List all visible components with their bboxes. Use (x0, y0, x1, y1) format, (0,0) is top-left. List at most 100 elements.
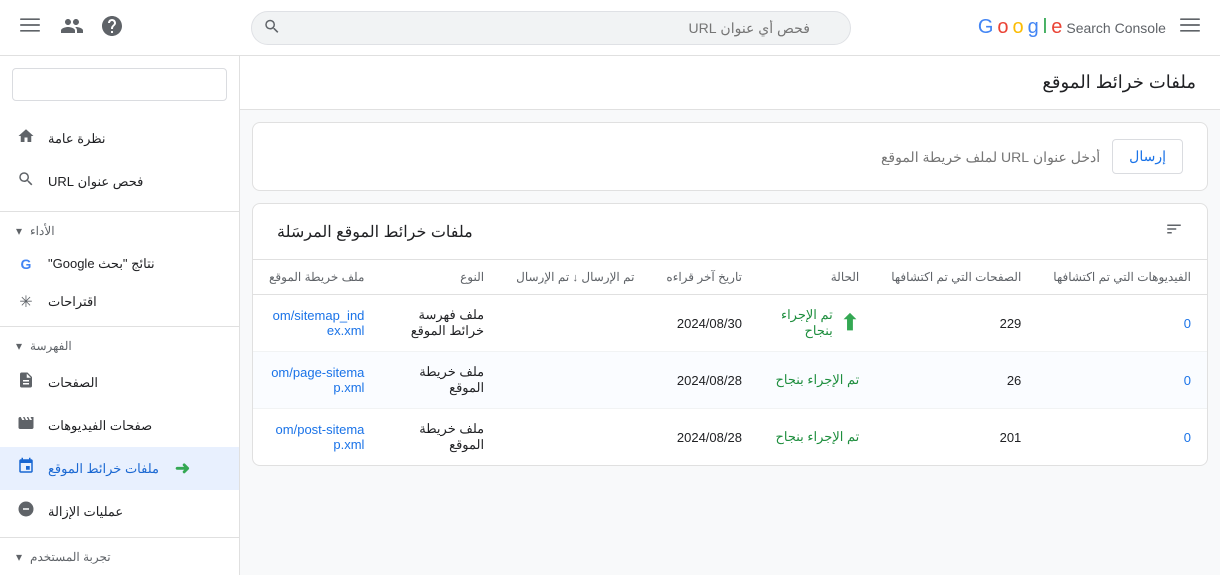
google-logo: Google Search Console (978, 16, 1168, 39)
cell-submitted-1 (500, 352, 650, 409)
cell-type-2: ملف خريطة الموقع (380, 409, 500, 466)
divider-1 (0, 211, 239, 212)
performance-section-header[interactable]: الأداء ▾ (0, 216, 239, 246)
sitemap-link-1[interactable]: om/page-sitema p.xml (269, 365, 364, 395)
col-last-read: تاريخ آخر قراءه (650, 260, 758, 295)
top-bar: Google Search Console (0, 0, 1220, 56)
content-area: ملفات خرائط الموقع إرسال ملفات خرائط الم… (240, 56, 1220, 575)
sidebar-item-overview[interactable]: نظرة عامة (0, 117, 239, 160)
sidebar-item-label: فحص عنوان URL (48, 174, 143, 190)
sidebar-item-pages[interactable]: الصفحات (0, 361, 239, 404)
page-title: ملفات خرائط الموقع (1042, 72, 1196, 92)
sidebar-item-sitemaps[interactable]: ➜ ملفات خرائط الموقع (0, 447, 239, 490)
col-videos: الفيديوهات التي تم اكتشافها (1037, 260, 1207, 295)
table-row: 0 229 ⬆ تم الإجراء بنجاح 2024/08/30 ملف … (253, 295, 1207, 352)
sidebar-item-label: نتائج "بحث Google" (48, 256, 155, 272)
top-bar-right: Google Search Console (978, 11, 1204, 44)
cell-videos-0: 0 (1037, 295, 1207, 352)
sidebar-item-label: عمليات الإزالة (48, 504, 123, 520)
submit-section: إرسال (252, 122, 1208, 191)
filter-icon[interactable] (1165, 220, 1183, 243)
indexing-label: الفهرسة (30, 339, 72, 353)
sidebar-item-label: الصفحات (48, 375, 98, 391)
col-submitted: تم الإرسال ↓ تم الإرسال (500, 260, 650, 295)
sitemap-link-0[interactable]: om/sitemap_ind ex.xml (269, 308, 364, 338)
cell-videos-1: 0 (1037, 352, 1207, 409)
help-icon[interactable] (100, 14, 124, 41)
chevron-down-icon: ▾ (16, 224, 22, 238)
cell-sitemap-1: om/page-sitema p.xml (253, 352, 380, 409)
video-icon (16, 414, 36, 437)
search-icon[interactable] (263, 17, 281, 38)
divider-2 (0, 326, 239, 327)
cell-pages-0: 229 (875, 295, 1037, 352)
user-icon[interactable] (60, 14, 84, 41)
sidebar-section-main: نظرة عامة فحص عنوان URL (0, 113, 239, 207)
main-layout: ملفات خرائط الموقع إرسال ملفات خرائط الم… (0, 56, 1220, 575)
cell-lastread-2: 2024/08/28 (650, 409, 758, 466)
table-title: ملفات خرائط الموقع المرسَلة (277, 222, 473, 242)
col-type: النوع (380, 260, 500, 295)
cell-status-1: تم الإجراء بنجاح (758, 352, 875, 409)
asterisk-icon: ✳ (16, 292, 36, 312)
experience-section-header[interactable]: تجربة المستخدم ▾ (0, 542, 239, 572)
sidebar-item-label: اقتراحات (48, 294, 97, 310)
cell-type-0: ملف فهرسة خرائط الموقع (380, 295, 500, 352)
home-icon (16, 127, 36, 150)
search-console-label: Search Console (1066, 20, 1166, 36)
menu-icon[interactable] (16, 11, 44, 45)
cell-sitemap-2: om/post-sitema p.xml (253, 409, 380, 466)
sitemaps-icon (16, 457, 36, 480)
pages-icon (16, 371, 36, 394)
sidebar-item-label: ملفات خرائط الموقع (48, 461, 159, 477)
sitemap-url-input[interactable] (277, 149, 1100, 165)
cell-lastread-0: 2024/08/30 (650, 295, 758, 352)
cell-type-1: ملف خريطة الموقع (380, 352, 500, 409)
sort-icon: ↓ (573, 272, 579, 284)
sidebar-search-input[interactable] (12, 68, 227, 101)
col-pages: الصفحات التي تم اكتشافها (875, 260, 1037, 295)
cell-submitted-2 (500, 409, 650, 466)
sitemaps-table: الفيديوهات التي تم اكتشافها الصفحات التي… (253, 260, 1207, 465)
cell-pages-2: 201 (875, 409, 1037, 466)
url-search-bar (251, 11, 851, 45)
sidebar-item-google-search[interactable]: نتائج "بحث Google" G (0, 246, 239, 282)
active-arrow-icon: ➜ (175, 458, 190, 479)
cell-lastread-1: 2024/08/28 (650, 352, 758, 409)
search-icon (16, 170, 36, 193)
page-header: ملفات خرائط الموقع (240, 56, 1220, 110)
sidebar-item-url-inspect[interactable]: فحص عنوان URL (0, 160, 239, 203)
table-row: 0 26 تم الإجراء بنجاح 2024/08/28 ملف خري… (253, 352, 1207, 409)
divider-3 (0, 537, 239, 538)
cell-status-0: ⬆ تم الإجراء بنجاح (758, 295, 875, 352)
google-g-icon: G (16, 256, 36, 272)
main-menu-icon[interactable] (1176, 11, 1204, 44)
chevron-down-icon: ▾ (16, 550, 22, 564)
url-search-input[interactable] (251, 11, 851, 45)
experience-label: تجربة المستخدم (30, 550, 111, 564)
cell-pages-1: 26 (875, 352, 1037, 409)
cell-sitemap-0: om/sitemap_ind ex.xml (253, 295, 380, 352)
table-section: ملفات خرائط الموقع المرسَلة الفيديوهات ا… (252, 203, 1208, 466)
table-row: 0 201 تم الإجراء بنجاح 2024/08/28 ملف خر… (253, 409, 1207, 466)
sidebar-item-label: صفحات الفيديوهات (48, 418, 152, 434)
top-bar-left (16, 11, 124, 45)
col-sitemap: ملف خريطة الموقع (253, 260, 380, 295)
chevron-down-icon: ▾ (16, 339, 22, 353)
sidebar-item-label: نظرة عامة (48, 131, 106, 147)
sidebar-item-video-pages[interactable]: صفحات الفيديوهات (0, 404, 239, 447)
cell-videos-2: 0 (1037, 409, 1207, 466)
performance-label: الأداء (30, 224, 55, 238)
removals-icon (16, 500, 36, 523)
table-header-row: ملفات خرائط الموقع المرسَلة (253, 204, 1207, 260)
sidebar-item-removals[interactable]: عمليات الإزالة (0, 490, 239, 533)
sidebar-item-discover[interactable]: اقتراحات ✳ (0, 282, 239, 322)
indexing-section-header[interactable]: الفهرسة ▾ (0, 331, 239, 361)
col-status: الحالة (758, 260, 875, 295)
sidebar-search-container (0, 56, 239, 113)
submit-button[interactable]: إرسال (1112, 139, 1183, 174)
cell-submitted-0 (500, 295, 650, 352)
cell-status-2: تم الإجراء بنجاح (758, 409, 875, 466)
sitemap-link-2[interactable]: om/post-sitema p.xml (269, 422, 364, 452)
sidebar: نظرة عامة فحص عنوان URL الأداء ▾ نتائج "… (0, 56, 240, 575)
